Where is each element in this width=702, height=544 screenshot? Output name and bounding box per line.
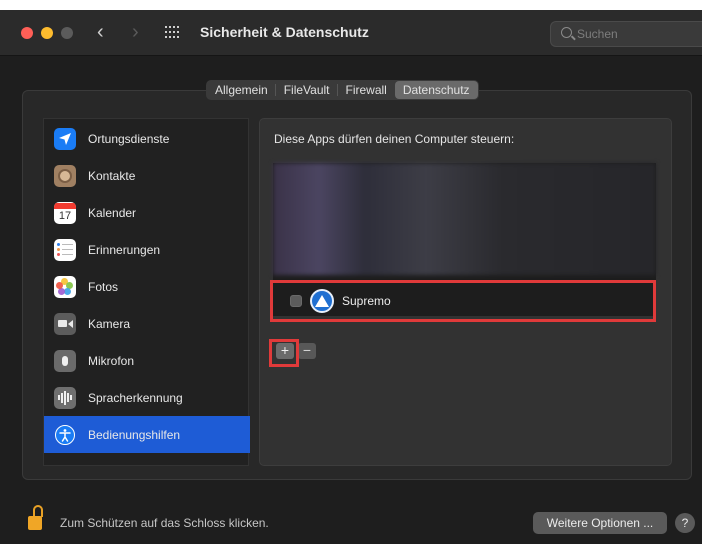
sidebar-item-label: Kamera xyxy=(88,316,131,331)
sidebar-item-erinnerungen[interactable]: Erinnerungen xyxy=(44,231,250,268)
microphone-icon xyxy=(54,349,76,372)
sidebar-item-label: Fotos xyxy=(88,279,119,294)
title-bar: ‹ › Sicherheit & Datenschutz xyxy=(0,10,702,56)
tab-firewall[interactable]: Firewall xyxy=(338,80,395,100)
tab-bar: Allgemein FileVault Firewall Datenschutz xyxy=(206,80,479,100)
more-options-button[interactable]: Weitere Optionen ... xyxy=(533,512,667,534)
search-icon xyxy=(561,27,572,38)
sidebar-item-label: Kalender xyxy=(88,205,137,220)
accessibility-icon xyxy=(55,424,75,445)
photos-icon xyxy=(54,275,76,298)
privacy-category-list: Ortungsdienste Kontakte 17 Kalender Erin… xyxy=(43,118,250,466)
blurred-app-entries xyxy=(273,163,656,275)
sidebar-item-label: Spracherkennung xyxy=(88,390,183,405)
sidebar-item-fotos[interactable]: Fotos xyxy=(44,268,250,305)
highlight-box-add-button xyxy=(269,339,299,367)
sidebar-item-ortungsdienste[interactable]: Ortungsdienste xyxy=(44,120,250,157)
tab-datenschutz[interactable]: Datenschutz xyxy=(394,81,478,99)
help-button[interactable]: ? xyxy=(675,513,695,533)
sidebar-item-label: Erinnerungen xyxy=(88,242,161,257)
lock-icon[interactable] xyxy=(28,505,44,531)
zoom-window-button[interactable] xyxy=(61,27,73,39)
top-strip xyxy=(0,0,702,10)
back-button[interactable]: ‹ xyxy=(97,21,104,44)
sidebar-item-label: Mikrofon xyxy=(88,353,135,368)
minimize-window-button[interactable] xyxy=(41,27,53,39)
search-input[interactable] xyxy=(577,26,687,42)
search-field[interactable] xyxy=(550,21,702,47)
sidebar-item-bedienungshilfen[interactable]: Bedienungshilfen xyxy=(44,416,250,453)
tab-allgemein[interactable]: Allgemein xyxy=(207,80,276,100)
sidebar-item-kamera[interactable]: Kamera xyxy=(44,305,250,342)
location-arrow-icon xyxy=(54,127,76,150)
sidebar-item-label: Bedienungshilfen xyxy=(88,427,181,442)
speech-recognition-icon xyxy=(54,386,76,409)
show-all-grid-icon[interactable] xyxy=(165,26,181,40)
sidebar-item-kalender[interactable]: 17 Kalender xyxy=(44,194,250,231)
calendar-icon: 17 xyxy=(54,201,76,224)
sidebar-item-spracherkennung[interactable]: Spracherkennung xyxy=(44,379,250,416)
lock-hint-text: Zum Schützen auf das Schloss klicken. xyxy=(60,516,269,530)
tab-filevault[interactable]: FileVault xyxy=(276,80,338,100)
camera-icon xyxy=(54,312,76,335)
window-title: Sicherheit & Datenschutz xyxy=(200,24,369,40)
reminders-icon xyxy=(54,238,76,261)
remove-app-button[interactable]: − xyxy=(298,343,316,359)
contacts-icon xyxy=(54,164,76,187)
sidebar-item-kontakte[interactable]: Kontakte xyxy=(44,157,250,194)
forward-button[interactable]: › xyxy=(132,21,139,44)
sidebar-item-mikrofon[interactable]: Mikrofon xyxy=(44,342,250,379)
sidebar-item-label: Kontakte xyxy=(88,168,136,183)
apps-heading: Diese Apps dürfen deinen Computer steuer… xyxy=(274,132,515,146)
highlight-box-supremo xyxy=(270,280,656,322)
calendar-day-number: 17 xyxy=(58,209,72,222)
close-window-button[interactable] xyxy=(21,27,33,39)
sidebar-item-label: Ortungsdienste xyxy=(88,131,170,146)
